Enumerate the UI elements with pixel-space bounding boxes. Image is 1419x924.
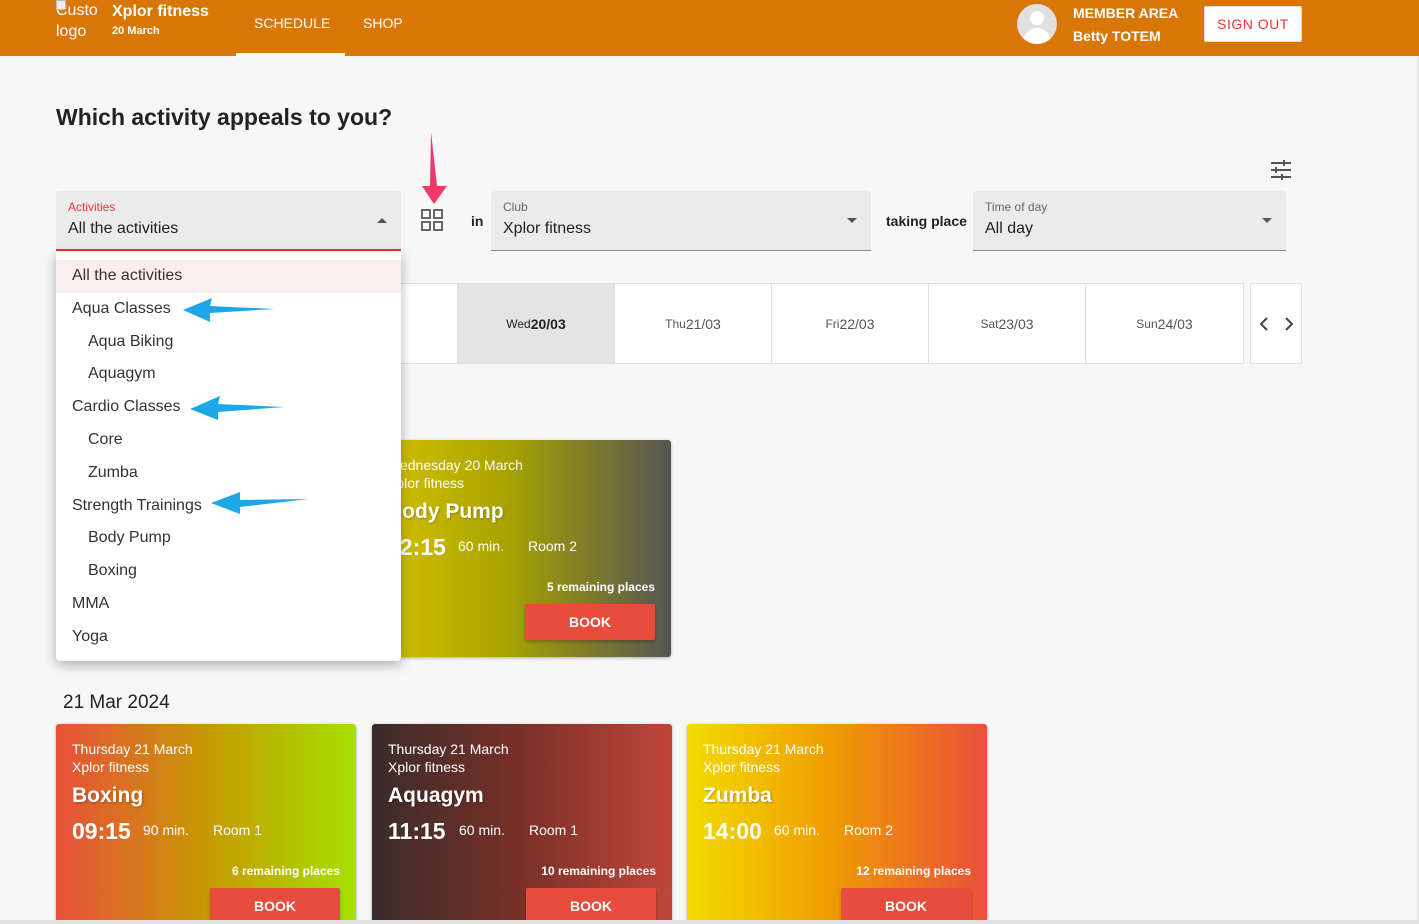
class-name: Body Pump: [387, 500, 504, 523]
class-day: Thursday 21 March: [388, 741, 509, 757]
book-button[interactable]: BOOK: [526, 888, 656, 924]
day-pagination: [1250, 283, 1302, 364]
broken-image-icon: [56, 0, 66, 10]
time-of-day-select[interactable]: Time of day All day: [973, 191, 1286, 251]
day-tab[interactable]: Thu 21/03: [615, 284, 772, 363]
class-room: Room 2: [844, 822, 894, 838]
class-date: Wednesday 20 March Xplor fitness: [387, 456, 523, 492]
menu-item-boxing[interactable]: Boxing: [56, 555, 401, 588]
next-days-button[interactable]: [1276, 284, 1301, 363]
avatar-body: [1023, 28, 1051, 44]
menu-item-core[interactable]: Core: [56, 424, 401, 457]
avatar[interactable]: [1017, 4, 1057, 44]
brand: Xplor fitness 20 March: [112, 3, 209, 37]
class-club: Xplor fitness: [387, 475, 465, 491]
class-card[interactable]: Thursday 21 March Xplor fitness Zumba 14…: [687, 724, 987, 924]
class-room: Room 1: [213, 822, 263, 838]
sign-out-button[interactable]: SIGN OUT: [1204, 6, 1302, 42]
class-card[interactable]: Wednesday 20 March Xplor fitness Body Pu…: [371, 440, 671, 657]
club-select[interactable]: Club Xplor fitness: [491, 191, 871, 251]
book-button[interactable]: BOOK: [841, 888, 971, 924]
brand-name: Xplor fitness: [112, 3, 209, 20]
member-area-label: MEMBER AREA: [1073, 5, 1179, 21]
activities-dropdown-menu: All the activities Aqua Classes Aqua Bik…: [56, 252, 401, 661]
main-nav: SCHEDULE SHOP: [236, 0, 421, 56]
class-room: Room 2: [528, 538, 578, 554]
chevron-left-icon: [1259, 316, 1268, 331]
menu-item-yoga[interactable]: Yoga: [56, 621, 401, 654]
menu-item-zumba[interactable]: Zumba: [56, 457, 401, 490]
remaining-places: 5 remaining places: [546, 580, 655, 594]
class-day: Wednesday 20 March: [387, 457, 523, 473]
class-club: Xplor fitness: [703, 759, 781, 775]
day-tab[interactable]: Fri 22/03: [772, 284, 929, 363]
taking-place-word: taking place: [886, 213, 967, 229]
class-card[interactable]: Thursday 21 March Xplor fitness Aquagym …: [372, 724, 672, 924]
day-tab[interactable]: Sat 23/03: [929, 284, 1086, 363]
class-date: Thursday 21 March Xplor fitness: [72, 740, 193, 776]
class-day: Thursday 21 March: [72, 741, 193, 757]
menu-item-aqua-classes[interactable]: Aqua Classes: [56, 293, 401, 326]
chevron-right-icon: [1284, 316, 1293, 331]
activities-value: All the activities: [68, 220, 179, 237]
member-name: Betty TOTEM: [1073, 28, 1161, 44]
menu-item-body-pump[interactable]: Body Pump: [56, 522, 401, 555]
caret-down-icon: [847, 218, 857, 223]
tab-shop[interactable]: SHOP: [345, 0, 421, 56]
class-time: 09:15: [72, 818, 131, 844]
filter-settings-icon[interactable]: [1270, 160, 1292, 180]
day-tab[interactable]: Sun 24/03: [1086, 284, 1243, 363]
class-date: Thursday 21 March Xplor fitness: [388, 740, 509, 776]
brand-date: 20 March: [112, 25, 160, 37]
day-selector: 3 Wed20/03 Thu21/03 Fri22/03 Sat23/03 Su…: [300, 283, 1244, 364]
class-name: Boxing: [72, 784, 144, 807]
menu-item-mma[interactable]: MMA: [56, 588, 401, 621]
menu-item-aquagym[interactable]: Aquagym: [56, 358, 401, 391]
activities-label: Activities: [68, 200, 116, 214]
custom-logo[interactable]: Custo logo: [56, 0, 100, 52]
caret-down-icon: [1262, 218, 1272, 223]
menu-item-aqua-biking[interactable]: Aqua Biking: [56, 326, 401, 359]
in-word: in: [471, 213, 484, 229]
menu-item-cardio-classes[interactable]: Cardio Classes: [56, 391, 401, 424]
club-label: Club: [503, 200, 528, 214]
page-title: Which activity appeals to you?: [56, 104, 393, 130]
club-value: Xplor fitness: [503, 220, 592, 237]
remaining-places: 12 remaining places: [856, 864, 971, 878]
class-name: Zumba: [703, 784, 772, 807]
class-duration: 90 min.: [143, 822, 189, 838]
time-of-day-value: All day: [985, 220, 1034, 237]
section-date-heading: 21 Mar 2024: [63, 692, 170, 713]
class-time: 14:00: [703, 818, 762, 844]
caret-up-icon: [377, 218, 387, 223]
avatar-head: [1030, 11, 1044, 25]
annotation-arrow-pink: [422, 132, 447, 204]
class-duration: 60 min.: [458, 538, 504, 554]
class-day: Thursday 21 March: [703, 741, 824, 757]
class-duration: 60 min.: [774, 822, 820, 838]
book-button[interactable]: BOOK: [525, 604, 655, 640]
top-bar: Custo logo Xplor fitness 20 March SCHEDU…: [0, 0, 1419, 56]
previous-days-button[interactable]: [1251, 284, 1276, 363]
class-time: 11:15: [388, 818, 446, 844]
remaining-places: 6 remaining places: [231, 864, 340, 878]
class-date: Thursday 21 March Xplor fitness: [703, 740, 824, 776]
book-button[interactable]: BOOK: [210, 888, 340, 924]
class-card[interactable]: Thursday 21 March Xplor fitness Boxing 0…: [56, 724, 356, 924]
class-club: Xplor fitness: [388, 759, 466, 775]
time-of-day-label: Time of day: [985, 200, 1048, 214]
class-duration: 60 min.: [459, 822, 505, 838]
class-room: Room 1: [529, 822, 579, 838]
bottom-scrollbar[interactable]: [0, 920, 1419, 924]
menu-item-all-activities[interactable]: All the activities: [56, 260, 401, 293]
activities-select[interactable]: Activities All the activities: [56, 191, 401, 251]
day-tab-selected[interactable]: Wed 20/03: [458, 284, 615, 363]
tab-schedule[interactable]: SCHEDULE: [236, 0, 345, 56]
class-club: Xplor fitness: [72, 759, 150, 775]
grid-view-icon[interactable]: [420, 208, 444, 232]
remaining-places: 10 remaining places: [541, 864, 656, 878]
menu-item-strength-trainings[interactable]: Strength Trainings: [56, 490, 401, 523]
class-name: Aquagym: [388, 784, 484, 807]
member-info[interactable]: MEMBER AREA Betty TOTEM: [1073, 2, 1178, 48]
